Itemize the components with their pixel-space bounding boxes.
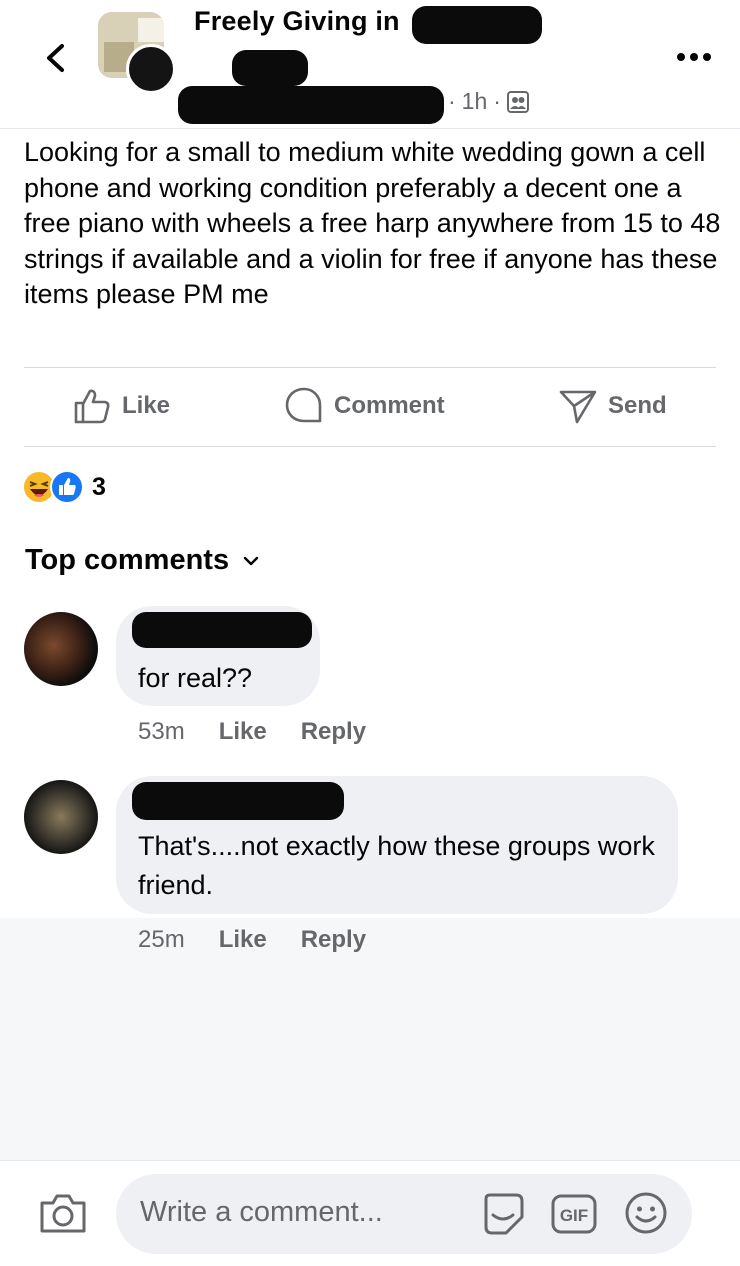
redaction-mark	[232, 50, 308, 86]
meta-dot: ·	[493, 88, 501, 114]
comment-input-placeholder: Write a comment...	[140, 1196, 383, 1228]
comment-reply-button[interactable]: Reply	[301, 718, 366, 746]
redaction-mark	[132, 782, 344, 820]
camera-icon[interactable]	[38, 1191, 88, 1235]
poster-avatar[interactable]	[126, 44, 176, 94]
top-comments-label: Top comments	[25, 544, 230, 576]
comment-time: 53m	[138, 718, 185, 745]
back-chevron-icon[interactable]	[38, 40, 74, 76]
send-icon	[559, 390, 597, 424]
send-label: Send	[608, 392, 667, 419]
comment-button[interactable]: Comment	[284, 386, 445, 426]
like-reaction-icon	[50, 470, 84, 504]
gif-icon[interactable]: GIF	[551, 1194, 597, 1234]
comment-like-button[interactable]: Like	[219, 718, 267, 746]
group-members-icon	[506, 90, 529, 113]
chevron-down-icon	[243, 556, 259, 565]
group-title[interactable]: Freely Giving in	[194, 6, 400, 37]
reaction-count: 3	[92, 472, 106, 501]
post-text: Looking for a small to medium white wedd…	[24, 137, 721, 309]
comment-bubble-icon	[285, 387, 322, 423]
post-time[interactable]: 1h	[462, 88, 488, 115]
comment-meta: 25m Like Reply	[138, 926, 366, 954]
redaction-mark	[132, 612, 312, 648]
post-meta: · 1h ·	[448, 88, 529, 115]
thumbs-up-icon	[74, 389, 110, 424]
commenter-avatar[interactable]	[24, 780, 98, 854]
emoji-icon[interactable]	[624, 1191, 668, 1235]
header-divider	[0, 128, 740, 129]
divider	[24, 446, 716, 447]
redaction-mark	[412, 6, 542, 44]
meta-dot: ·	[448, 88, 456, 114]
commenter-avatar[interactable]	[24, 612, 98, 686]
comment-label: Comment	[334, 392, 445, 419]
comment-reply-button[interactable]: Reply	[301, 926, 366, 954]
comment-text: That's....not exactly how these groups w…	[138, 831, 655, 900]
comment-meta: 53m Like Reply	[138, 718, 366, 746]
gif-label: GIF	[560, 1206, 588, 1225]
like-label: Like	[122, 392, 171, 419]
reactions-summary[interactable]: 3	[22, 470, 106, 504]
more-options-icon[interactable]	[676, 50, 712, 64]
comment-like-button[interactable]: Like	[219, 926, 267, 954]
top-comments-selector[interactable]: Top comments	[25, 544, 259, 577]
sticker-icon[interactable]	[480, 1191, 526, 1237]
redaction-mark	[178, 86, 444, 124]
comment-text: for real??	[138, 663, 253, 693]
send-button[interactable]: Send	[558, 386, 667, 426]
comment-time: 25m	[138, 926, 185, 953]
divider	[24, 367, 716, 368]
like-button[interactable]: Like	[72, 386, 170, 426]
